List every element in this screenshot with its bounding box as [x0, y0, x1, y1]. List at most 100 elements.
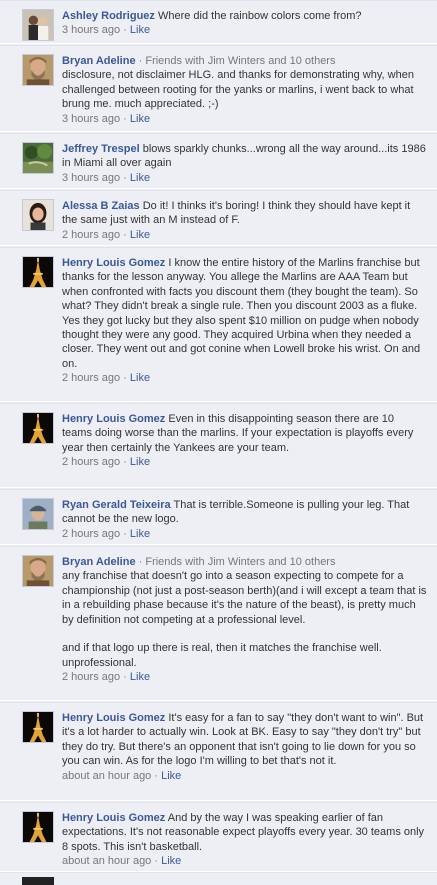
- author-link[interactable]: Bryan Adeline: [62, 556, 136, 568]
- comment-body: Bryan Adeline · Friends with Jim Winters…: [62, 555, 427, 685]
- avatar[interactable]: [22, 9, 54, 41]
- comment-meta: 2 hours ago · Like: [62, 527, 427, 541]
- avatar[interactable]: [22, 711, 54, 743]
- comment-item: Ashley Rodriguez Where did the rainbow c…: [0, 0, 437, 44]
- comment-meta: 2 hours ago · Like: [62, 455, 427, 469]
- comment-item: Ryan Gerald Teixeira That is terrible.So…: [0, 489, 437, 545]
- comment-meta: about an hour ago · Like: [62, 854, 427, 868]
- comment-item: Henry Louis Gomez And by the way I was s…: [0, 802, 437, 872]
- comment-meta: 3 hours ago · Like: [62, 23, 427, 37]
- like-link[interactable]: Like: [130, 229, 150, 241]
- man-with-cap-avatar-image: [23, 499, 53, 529]
- comment-meta: 2 hours ago · Like: [62, 371, 427, 385]
- friends-separator: ·: [135, 55, 146, 67]
- author-link[interactable]: Henry Louis Gomez: [62, 413, 165, 425]
- timestamp[interactable]: 2 hours ago: [62, 229, 120, 241]
- mutual-friends-text: Friends with Jim Winters and 10 others: [145, 556, 336, 568]
- avatar[interactable]: [22, 54, 54, 86]
- like-link[interactable]: Like: [130, 172, 150, 184]
- avatar[interactable]: [22, 877, 54, 885]
- comment-item: Bryan Adeline · Friends with Jim Winters…: [0, 45, 437, 132]
- comment-item: Henry Louis Gomez I know the entire hist…: [0, 247, 437, 402]
- like-link[interactable]: Like: [130, 113, 150, 125]
- comment-item: Bryan Adeline · Friends with Jim Winters…: [0, 546, 437, 701]
- friends-separator: ·: [135, 556, 146, 568]
- comment-body: Henry Louis Gomez I know the entire hist…: [62, 256, 427, 386]
- timestamp[interactable]: 2 hours ago: [62, 456, 120, 468]
- meta-separator: ·: [120, 671, 130, 684]
- meta-separator: ·: [120, 456, 130, 469]
- avatar[interactable]: [22, 412, 54, 444]
- meta-separator: ·: [120, 372, 130, 385]
- bearded-man-avatar-image: [23, 556, 53, 586]
- like-link[interactable]: Like: [161, 770, 181, 782]
- author-link[interactable]: Henry Louis Gomez: [62, 812, 165, 824]
- like-link[interactable]: Like: [130, 528, 150, 540]
- comment-content: Henry Louis Gomez It's easy for a fan to…: [62, 711, 427, 769]
- meta-separator: ·: [151, 769, 162, 782]
- comment-text: Where did the rainbow colors come from?: [157, 10, 362, 22]
- comment-body: Bryan Adeline · Friends with Jim Winters…: [62, 54, 427, 126]
- meta-separator: ·: [151, 855, 162, 868]
- like-link[interactable]: Like: [161, 855, 181, 867]
- timestamp[interactable]: 2 hours ago: [62, 671, 120, 683]
- comment-meta: 2 hours ago · Like: [62, 228, 427, 242]
- meta-separator: ·: [120, 24, 130, 37]
- eiffel-tower-night-avatar-image: [23, 257, 53, 287]
- avatar[interactable]: [22, 811, 54, 843]
- eiffel-tower-night-avatar-image: [23, 812, 53, 842]
- like-link[interactable]: Like: [130, 372, 150, 384]
- author-link[interactable]: Henry Louis Gomez: [62, 257, 165, 269]
- mutual-friends-text: Friends with Jim Winters and 10 others: [145, 55, 336, 67]
- avatar[interactable]: [22, 142, 54, 174]
- avatar[interactable]: [22, 199, 54, 231]
- like-link[interactable]: Like: [130, 24, 150, 36]
- couple-photo-avatar-image: [23, 10, 53, 40]
- eiffel-tower-night-avatar-image: [23, 712, 53, 742]
- comment-content: Jeffrey Trespel blows sparkly chunks...w…: [62, 142, 427, 171]
- author-link[interactable]: Ryan Gerald Teixeira: [62, 499, 171, 511]
- timestamp[interactable]: 3 hours ago: [62, 172, 120, 184]
- timestamp[interactable]: about an hour ago: [62, 770, 151, 782]
- timestamp[interactable]: 3 hours ago: [62, 113, 120, 125]
- comment-content: Henry Louis Gomez I know the entire hist…: [62, 256, 427, 371]
- author-link[interactable]: Bryan Adeline: [62, 55, 136, 67]
- bearded-man-avatar-image: [23, 55, 53, 85]
- meta-separator: ·: [120, 171, 130, 184]
- meta-separator: ·: [120, 527, 130, 540]
- like-link[interactable]: Like: [130, 671, 150, 683]
- timestamp[interactable]: 3 hours ago: [62, 24, 120, 36]
- author-link[interactable]: Alessa B Zaias: [62, 200, 140, 212]
- comment-body: Ashley Rodriguez Where did the rainbow c…: [62, 9, 427, 38]
- timestamp[interactable]: about an hour ago: [62, 855, 151, 867]
- comment-body: Henry Louis Gomez It's easy for a fan to…: [62, 711, 427, 783]
- comment-content: Bryan Adeline · Friends with Jim Winters…: [62, 54, 427, 112]
- comment-content: Ryan Gerald Teixeira That is terrible.So…: [62, 498, 427, 527]
- comment-item: Henry Louis Gomez Even in this disappoin…: [0, 403, 437, 488]
- avatar[interactable]: [22, 555, 54, 587]
- comment-content: Henry Louis Gomez Even in this disappoin…: [62, 412, 427, 455]
- comment-content: Alessa B Zaias Do it! I thinks it's bori…: [62, 199, 427, 228]
- woman-portrait-avatar-image: [23, 200, 53, 230]
- timestamp[interactable]: 2 hours ago: [62, 528, 120, 540]
- meta-separator: ·: [120, 228, 130, 241]
- comment-body: Henry Louis Gomez And by the way I was s…: [62, 811, 427, 869]
- comment-content: Bryan Adeline · Friends with Jim Winters…: [62, 555, 427, 670]
- garden-photo-avatar-image: [23, 143, 53, 173]
- comment-body: Henry Louis Gomez Even in this disappoin…: [62, 412, 427, 470]
- comment-body: Ryan Gerald Teixeira That is terrible.So…: [62, 498, 427, 541]
- author-link[interactable]: Ashley Rodriguez: [62, 10, 155, 22]
- comment-item: Jeffrey Trespel blows sparkly chunks...w…: [0, 133, 437, 189]
- comment-content: Henry Louis Gomez And by the way I was s…: [62, 811, 427, 854]
- comment-content: Ashley Rodriguez Where did the rainbow c…: [62, 9, 427, 23]
- author-link[interactable]: Jeffrey Trespel: [62, 143, 140, 155]
- author-link[interactable]: Henry Louis Gomez: [62, 712, 165, 724]
- avatar[interactable]: [22, 256, 54, 288]
- timestamp[interactable]: 2 hours ago: [62, 372, 120, 384]
- avatar[interactable]: [22, 498, 54, 530]
- comment-item: Henry Louis Gomez It's easy for a fan to…: [0, 702, 437, 801]
- comment-text: disclosure, not disclaimer HLG. and than…: [62, 69, 418, 111]
- like-link[interactable]: Like: [130, 456, 150, 468]
- meta-separator: ·: [120, 112, 130, 125]
- comment-text: I know the entire history of the Marlins…: [62, 257, 424, 370]
